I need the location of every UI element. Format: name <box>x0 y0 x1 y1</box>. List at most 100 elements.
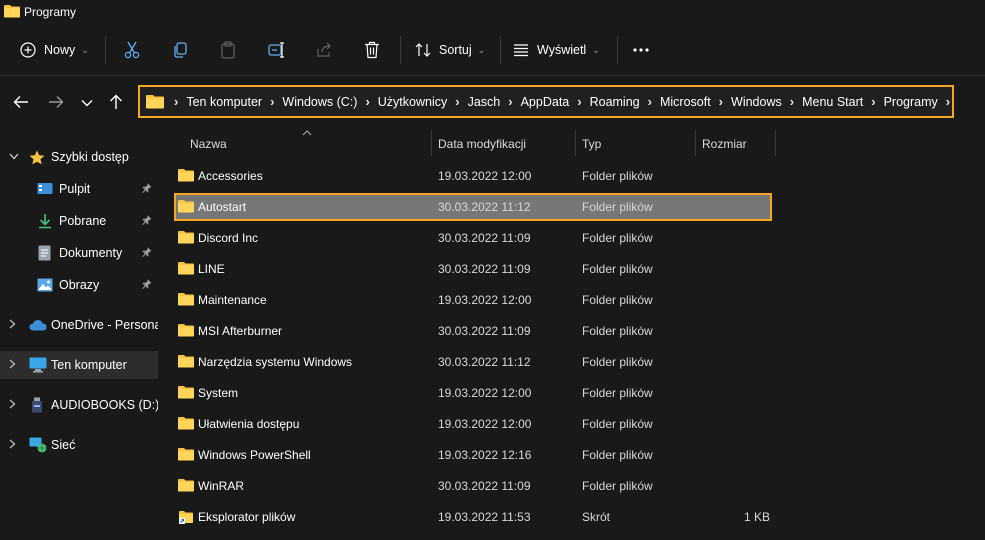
folder-icon <box>178 416 194 433</box>
column-header-size[interactable]: Rozmiar <box>702 130 747 158</box>
column-header-name[interactable]: Nazwa <box>190 130 227 158</box>
breadcrumb-item[interactable]: Ten komputer <box>186 95 262 109</box>
sidebar-item-documents[interactable]: Dokumenty <box>0 239 158 267</box>
sidebar-item-downloads[interactable]: Pobrane <box>0 207 158 235</box>
cut-button[interactable] <box>124 36 140 64</box>
file-date: 30.03.2022 11:12 <box>438 200 531 214</box>
file-row[interactable]: WinRAR 30.03.2022 11:09 Folder plików <box>174 472 772 500</box>
sidebar-item-onedrive[interactable]: OneDrive - Personal <box>0 311 158 339</box>
column-divider[interactable] <box>775 130 776 156</box>
rename-icon <box>268 42 286 58</box>
more-options-button[interactable] <box>632 36 650 64</box>
sidebar-item-network[interactable]: Sieć <box>0 431 158 459</box>
up-button[interactable] <box>106 93 126 113</box>
sidebar-item-desktop[interactable]: Pulpit <box>0 175 158 203</box>
file-type: Folder plików <box>582 293 653 307</box>
chevron-down-icon: ⌄ <box>592 44 600 55</box>
column-divider[interactable] <box>695 130 696 156</box>
column-divider[interactable] <box>575 130 576 156</box>
folder-icon <box>178 478 194 495</box>
file-type: Folder plików <box>582 355 653 369</box>
file-type: Folder plików <box>582 262 653 276</box>
new-button[interactable]: Nowy ⌄ <box>20 36 89 64</box>
chevron-right-icon[interactable] <box>9 359 16 372</box>
file-list: Nazwa Data modyfikacji Typ Rozmiar Acces… <box>160 130 985 540</box>
file-row[interactable]: Discord Inc 30.03.2022 11:09 Folder plików <box>174 224 772 252</box>
file-type: Skrót <box>582 510 611 524</box>
file-row[interactable]: Ułatwienia dostępu 19.03.2022 12:00 Folder… <box>174 410 772 438</box>
chevron-right-icon[interactable]: › <box>455 94 459 109</box>
folder-icon <box>178 261 194 278</box>
chevron-right-icon[interactable]: › <box>270 94 274 109</box>
file-name: LINE <box>198 262 225 276</box>
folder-icon <box>178 354 194 371</box>
file-date: 19.03.2022 12:00 <box>438 169 532 183</box>
column-divider[interactable] <box>431 130 432 156</box>
file-row[interactable]: LINE 30.03.2022 11:09 Folder plików <box>174 255 772 283</box>
chevron-right-icon[interactable]: › <box>719 94 723 109</box>
chevron-down-icon[interactable] <box>9 152 19 163</box>
chevron-down-icon: ⌄ <box>81 44 89 55</box>
breadcrumb-item[interactable]: Jasch <box>468 95 501 109</box>
copy-button[interactable] <box>172 36 188 64</box>
breadcrumb-item[interactable]: Menu Start <box>802 95 863 109</box>
paste-button[interactable] <box>220 36 236 64</box>
column-header-type[interactable]: Typ <box>582 130 601 158</box>
breadcrumb-item[interactable]: Windows (C:) <box>282 95 357 109</box>
sidebar-item-pictures[interactable]: Obrazy <box>0 271 158 299</box>
command-bar: Nowy ⌄ Sortuj ⌄ Wyświetl ⌄ <box>0 24 985 76</box>
file-row[interactable]: Autostart 30.03.2022 11:12 Folder plików <box>174 193 772 221</box>
chevron-right-icon[interactable]: › <box>577 94 581 109</box>
chevron-right-icon[interactable]: › <box>871 94 875 109</box>
folder-icon <box>178 385 194 402</box>
sort-button[interactable]: Sortuj ⌄ <box>415 36 485 64</box>
file-date: 19.03.2022 11:53 <box>438 510 531 524</box>
navigation-pane: Szybki dostęp Pulpit Pobrane Dokumenty O… <box>0 130 160 540</box>
file-row[interactable]: Eksplorator plików 19.03.2022 11:53 Skrót 1… <box>174 503 772 531</box>
recent-locations-button[interactable] <box>77 93 97 113</box>
file-row[interactable]: Maintenance 19.03.2022 12:00 Folder plików <box>174 286 772 314</box>
view-button[interactable]: Wyświetl ⌄ <box>513 36 600 64</box>
chevron-right-icon[interactable]: › <box>790 94 794 109</box>
breadcrumb-item[interactable]: Microsoft <box>660 95 711 109</box>
chevron-right-icon[interactable] <box>9 319 16 332</box>
file-row[interactable]: System 19.03.2022 12:00 Folder plików <box>174 379 772 407</box>
forward-button[interactable] <box>46 93 66 113</box>
back-button[interactable] <box>11 93 31 113</box>
file-row[interactable]: MSI Afterburner 30.03.2022 11:09 Folder pl… <box>174 317 772 345</box>
sidebar-item-label: AUDIOBOOKS (D:) <box>51 398 158 412</box>
file-row[interactable]: Windows PowerShell 19.03.2022 12:16 Folder… <box>174 441 772 469</box>
file-date: 30.03.2022 11:09 <box>438 324 531 338</box>
window-title: Programy <box>24 5 77 19</box>
sidebar-item-drive-d[interactable]: AUDIOBOOKS (D:) <box>0 391 158 419</box>
delete-button[interactable] <box>364 36 380 64</box>
chevron-right-icon[interactable]: › <box>648 94 652 109</box>
new-button-label: Nowy <box>44 43 76 57</box>
file-row[interactable]: Narzędzia systemu Windows 30.03.2022 11:1… <box>174 348 772 376</box>
file-name: Eksplorator plików <box>198 510 296 524</box>
sidebar-item-label: Pobrane <box>59 214 107 228</box>
file-type: Folder plików <box>582 386 653 400</box>
chevron-right-icon[interactable] <box>9 399 16 412</box>
breadcrumb-item[interactable]: Roaming <box>590 95 640 109</box>
chevron-right-icon[interactable] <box>9 439 16 452</box>
rename-button[interactable] <box>268 36 286 64</box>
share-button[interactable] <box>316 36 332 64</box>
arrow-up-icon <box>109 94 123 113</box>
breadcrumb-item[interactable]: Programy <box>884 95 938 109</box>
sidebar-item-quick-access[interactable]: Szybki dostęp <box>0 143 158 171</box>
sidebar-item-this-pc[interactable]: Ten komputer <box>0 351 158 379</box>
breadcrumb-item[interactable]: AppData <box>521 95 570 109</box>
column-header-date[interactable]: Data modyfikacji <box>438 130 526 158</box>
file-date: 19.03.2022 12:00 <box>438 386 532 400</box>
file-row[interactable]: Accessories 19.03.2022 12:00 Folder plików <box>174 162 772 190</box>
chevron-right-icon[interactable]: › <box>365 94 369 109</box>
file-date: 30.03.2022 11:12 <box>438 355 531 369</box>
address-bar[interactable]: › Ten komputer › Windows (C:) › Użytkown… <box>138 85 954 118</box>
pin-icon <box>142 183 152 196</box>
chevron-right-icon[interactable]: › <box>508 94 512 109</box>
breadcrumb-item[interactable]: Windows <box>731 95 782 109</box>
breadcrumb-item[interactable]: Użytkownicy <box>378 95 447 109</box>
chevron-right-icon[interactable]: › <box>946 94 950 109</box>
cut-icon <box>124 41 140 59</box>
